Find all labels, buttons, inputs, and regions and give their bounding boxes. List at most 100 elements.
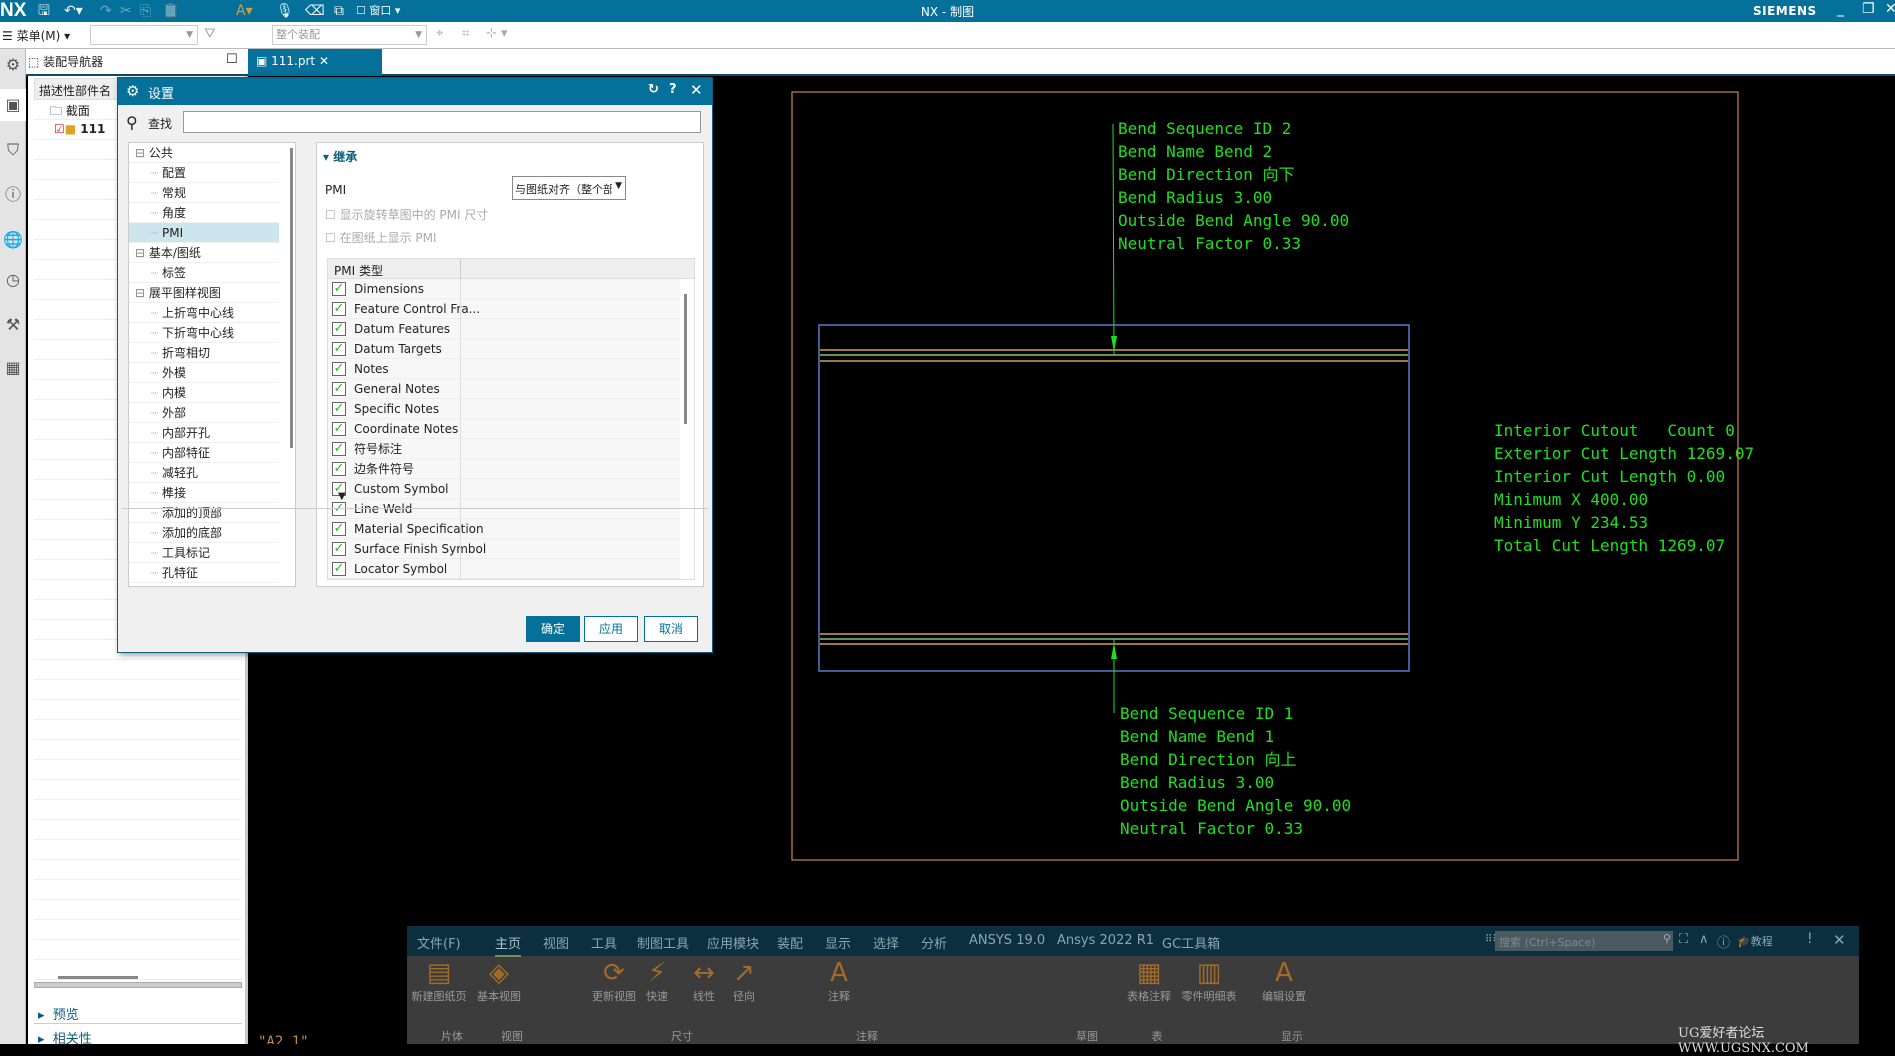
palette-icon[interactable]: ▦ [0, 352, 26, 384]
checkbox-checked-icon[interactable]: ✓ [332, 462, 346, 476]
table-row[interactable]: ✓ Custom Symbol [328, 479, 680, 499]
minimize-button[interactable]: _ [1837, 1, 1844, 17]
ribbon-button[interactable]: ▥ 零件明细表 [1177, 958, 1241, 1004]
tree-item[interactable]: ┈ 孔特征 [129, 563, 279, 583]
tree-item[interactable]: ┈ 常规 [129, 183, 279, 203]
table-row[interactable]: ✓ Datum Features [328, 319, 680, 339]
ribbon-tab[interactable]: GC工具箱 [1162, 933, 1220, 952]
pmi-dropdown[interactable]: 与图纸对齐（整个部件 ▼ [512, 176, 626, 200]
tree-item[interactable]: ┈ 榫接 [129, 483, 279, 503]
cut-info-note[interactable]: Interior Cutout Count 0 Exterior Cut Len… [1494, 421, 1754, 555]
ribbon-tab[interactable]: 显示 [825, 933, 851, 952]
tree-item[interactable]: ┈ 下折弯中心线 [129, 323, 279, 343]
section-inherit[interactable]: ▾ 继承 [323, 148, 357, 165]
checkbox-checked-icon[interactable]: ✓ [332, 402, 346, 416]
table-scrollbar[interactable] [684, 294, 687, 424]
collapse-icon[interactable]: ⊟ [135, 246, 149, 260]
info-icon[interactable]: ⓘ [0, 179, 26, 211]
tree-item[interactable]: ┈ 添加的顶部 [129, 503, 279, 523]
ribbon-tab[interactable]: 分析 [921, 933, 947, 952]
show-pmi-checkbox[interactable]: ☐ 在图纸上显示 PMI [325, 229, 437, 246]
tree-item[interactable]: ┈ 工具标记 [129, 543, 279, 563]
splitter[interactable] [34, 982, 242, 988]
cancel-button[interactable]: 取消 [644, 616, 698, 642]
alert-icon[interactable]: ! [1807, 931, 1813, 947]
checkbox-checked-icon[interactable]: ✓ [332, 322, 346, 336]
tree-item[interactable]: ┈ 减轻孔 [129, 463, 279, 483]
checkbox-checked-icon[interactable]: ✓ [332, 282, 346, 296]
table-row[interactable]: ✓ Notes [328, 359, 680, 379]
assembly-scope-dropdown[interactable]: 整个装配 ▼ [272, 25, 427, 45]
web-browser-icon[interactable]: 🌐 [0, 224, 26, 256]
tree-item[interactable]: ┈ 内模 [129, 383, 279, 403]
dialog-close-icon[interactable]: ✕ [690, 81, 703, 99]
tree-item[interactable]: ┈ 标签 [129, 263, 279, 283]
checkbox-checked-icon[interactable]: ✓ [332, 502, 346, 516]
tree-item[interactable]: ┈ 外部 [129, 403, 279, 423]
history-icon[interactable]: ◷ [0, 264, 26, 296]
help-icon[interactable]: ? [669, 82, 677, 97]
checkbox-checked-icon[interactable]: ✓ [332, 442, 346, 456]
checkbox-checked-icon[interactable]: ✓ [332, 382, 346, 396]
panel-dependencies[interactable]: ▸ 相关性 [38, 1028, 92, 1047]
type-filter-dropdown[interactable]: ▼ [90, 25, 198, 45]
ribbon-button[interactable]: ◈ 基本视图 [467, 958, 531, 1004]
tab-111-prt[interactable]: ▣ 111.prt ✕ [248, 49, 382, 76]
table-row[interactable]: ✓ 边条件符号 [328, 459, 680, 479]
checkbox-checked-icon[interactable]: ✓ [332, 562, 346, 576]
checkbox-checked-icon[interactable]: ✓ [332, 302, 346, 316]
ok-button[interactable]: 确定 [526, 616, 580, 642]
search-input[interactable] [183, 111, 701, 133]
table-row[interactable]: ✓ Coordinate Notes [328, 419, 680, 439]
bend-note-bottom[interactable]: Bend Sequence ID 1 Bend Name Bend 1 Bend… [1120, 704, 1351, 838]
tree-scrollbar[interactable] [290, 148, 293, 448]
reset-icon[interactable]: ↻ [648, 82, 659, 97]
snap-point-icon[interactable]: ⌖ [436, 26, 443, 41]
close-button[interactable]: ✕ [1885, 1, 1895, 17]
collapse-icon[interactable]: ⊟ [135, 146, 149, 160]
snap-icon[interactable]: ⌗ [462, 26, 469, 41]
filter-reset-icon[interactable]: ⛛ [204, 26, 216, 42]
ribbon-button[interactable]: A 编辑设置 [1252, 958, 1316, 1004]
ribbon-tab[interactable]: 视图 [543, 933, 569, 952]
tree-item[interactable]: ┈ PMI [129, 223, 279, 243]
checkbox-checked-icon[interactable]: ✓ [332, 422, 346, 436]
collapse-icon[interactable]: ⊟ [135, 286, 149, 300]
maximize-panel-icon[interactable]: ☐ [226, 52, 238, 67]
tree-item[interactable]: ┈ 添加的底部 [129, 523, 279, 543]
tree-item[interactable]: ⊟ 展平图样视图 [129, 283, 279, 303]
ribbon-button[interactable]: A 注释 [807, 958, 871, 1004]
checkbox-checked-icon[interactable]: ✓ [332, 542, 346, 556]
ribbon-tab[interactable]: 主页 [495, 933, 522, 957]
table-row[interactable]: ✓ 符号标注 [328, 439, 680, 459]
ribbon-tab[interactable]: 文件(F) [417, 933, 461, 952]
table-row[interactable]: ✓ Surface Finish Symbol [328, 539, 680, 559]
tree-item[interactable]: ┈ 折弯相切 [129, 343, 279, 363]
checkbox-checked-icon[interactable]: ✓ [332, 342, 346, 356]
checkbox-checked-icon[interactable]: ✓ [332, 522, 346, 536]
ribbon-tab[interactable]: 工具 [591, 933, 617, 952]
table-row[interactable]: ✓ Dimensions [328, 279, 680, 299]
tree-item[interactable]: ⊟ 基本/图纸 [129, 243, 279, 263]
table-row[interactable]: ✓ Locator Symbol [328, 559, 680, 579]
tree-item[interactable]: ┈ 外模 [129, 363, 279, 383]
rotate-sketch-pmi-checkbox[interactable]: ☐ 显示旋转草图中的 PMI 尺寸 [325, 206, 488, 223]
tree-item[interactable]: ┈ 角度 [129, 203, 279, 223]
table-row[interactable]: ✓ Feature Control Fra... [328, 299, 680, 319]
bend-note-top[interactable]: Bend Sequence ID 2 Bend Name Bend 2 Bend… [1118, 119, 1349, 253]
help-icon[interactable]: ⓘ [1717, 932, 1730, 951]
expand-more-icon[interactable]: ▼ [338, 491, 346, 502]
ribbon-tab[interactable]: 装配 [777, 933, 803, 952]
menu-button[interactable]: ☰ 菜单(M) ▾ [2, 27, 70, 44]
table-row[interactable]: ✓ Datum Targets [328, 339, 680, 359]
tab-close-icon[interactable]: ✕ [319, 54, 329, 68]
apply-button[interactable]: 应用 [584, 616, 638, 642]
snap-options-icon[interactable]: ⊹ ▾ [486, 26, 508, 41]
assembly-navigator-icon[interactable]: ▣ [0, 89, 26, 121]
tree-item[interactable]: ┈ 内部特征 [129, 443, 279, 463]
ribbon-tab[interactable]: Ansys 2022 R1 [1057, 933, 1154, 948]
checkbox-checked-icon[interactable]: ☑ [54, 122, 65, 136]
table-row[interactable]: ✓ Line Weld [328, 499, 680, 519]
ribbon-tab[interactable]: 应用模块 [707, 933, 759, 952]
table-row[interactable]: ✓ General Notes [328, 379, 680, 399]
